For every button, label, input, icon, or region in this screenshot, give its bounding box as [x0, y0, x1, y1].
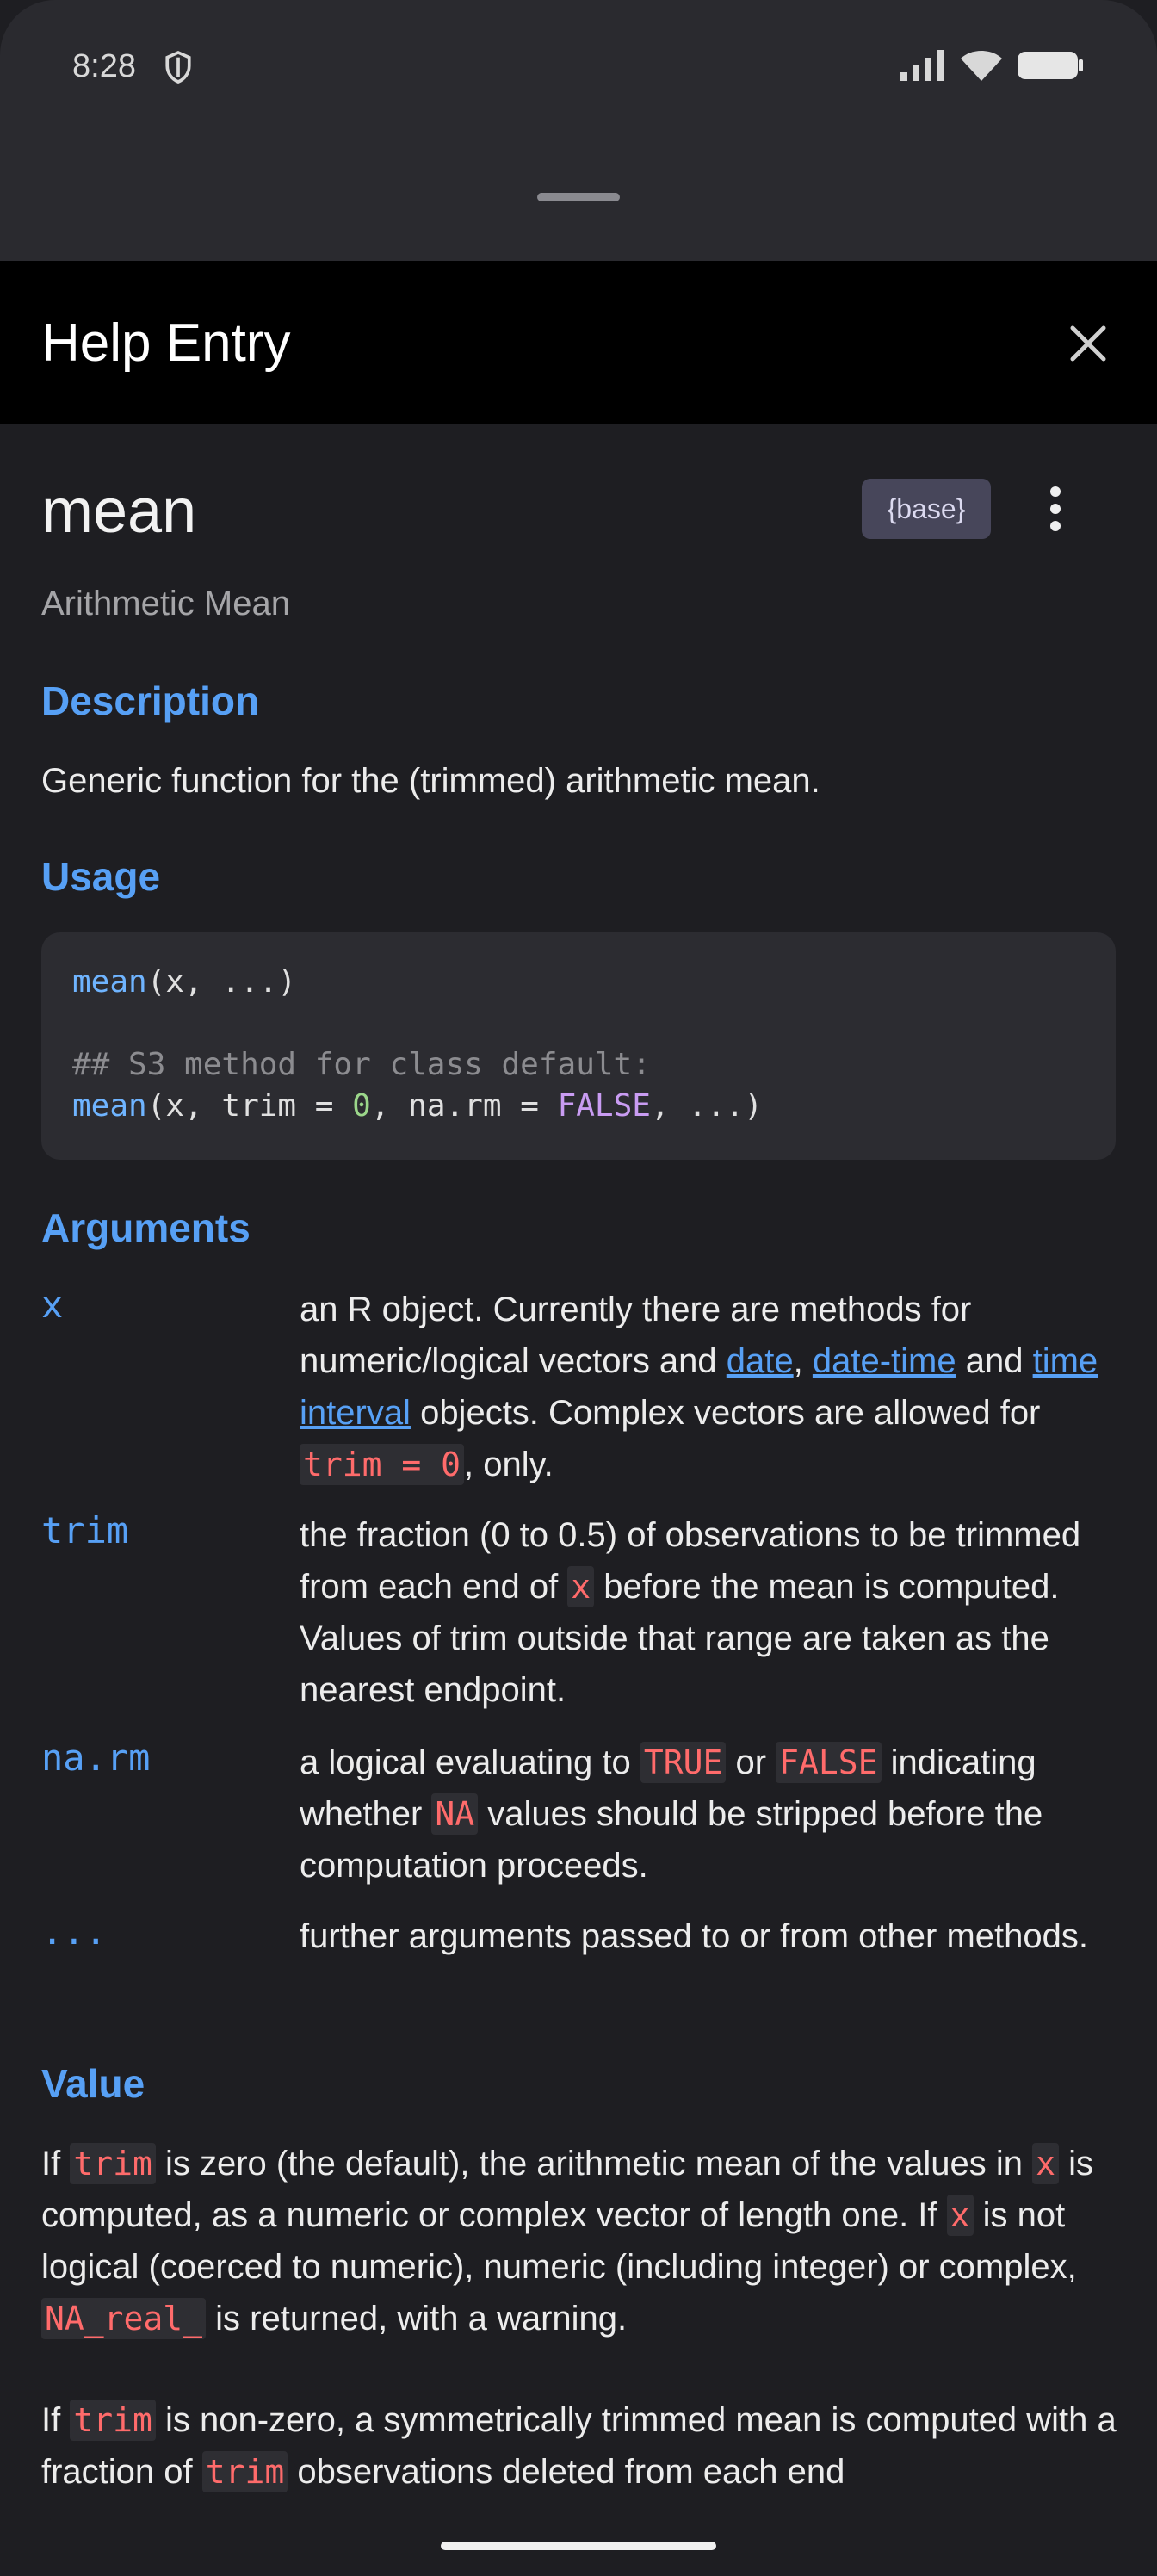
close-icon[interactable] [1061, 316, 1116, 371]
arg-desc-dots: further arguments passed to or from othe… [300, 1917, 1088, 1955]
code-line-4: mean(x, trim = 0, na.rm = FALSE, ...) [72, 1088, 763, 1124]
usage-heading: Usage [41, 854, 161, 899]
arg-name-na-rm: na.rm [41, 1737, 151, 1779]
arg-name-x: x [41, 1284, 64, 1326]
arg-name-dots: ... [41, 1910, 107, 1953]
entry-title: Arithmetic Mean [41, 585, 290, 622]
value-paragraph-2: If trim is non-zero, a symmetrically tri… [41, 2400, 1117, 2492]
battery-icon [1018, 52, 1083, 79]
arg-desc-trim: the fraction (0 to 0.5) of observations … [300, 1516, 1081, 1709]
usage-code-block: mean(x, ...) ## S3 method for class defa… [41, 932, 1116, 1160]
shield-icon [165, 50, 191, 84]
dialog-title: Help Entry [41, 313, 291, 373]
arg-desc-x: an R object. Currently there are methods… [300, 1291, 1098, 1485]
status-bar: 8:28 [0, 0, 1157, 138]
cellular-signal-icon [900, 50, 944, 81]
arguments-heading: Arguments [41, 1205, 251, 1250]
more-options-icon[interactable] [1040, 476, 1071, 542]
description-text: Generic function for the (trimmed) arith… [41, 762, 820, 800]
arg-name-trim: trim [41, 1509, 129, 1551]
status-time: 8:28 [72, 48, 136, 84]
gesture-navigation-bar[interactable] [441, 2542, 716, 2550]
link-date[interactable]: date [727, 1342, 794, 1380]
link-date-time[interactable]: date-time [813, 1342, 956, 1380]
description-heading: Description [41, 678, 260, 723]
value-heading: Value [41, 2061, 145, 2106]
entry-name: mean [41, 477, 197, 546]
help-content[interactable]: mean {base} Arithmetic Mean Description … [0, 424, 1157, 2525]
package-badge[interactable]: {base} [862, 479, 991, 539]
code-line-3: ## S3 method for class default: [72, 1047, 651, 1082]
dialog-header: Help Entry [0, 261, 1157, 424]
wifi-icon [961, 51, 1002, 81]
value-paragraph-1: If trim is zero (the default), the arith… [41, 2143, 1094, 2339]
code-line-1: mean(x, ...) [72, 964, 297, 1000]
drag-handle[interactable] [537, 193, 620, 201]
arg-desc-na-rm: a logical evaluating to TRUE or FALSE in… [300, 1742, 1043, 1885]
